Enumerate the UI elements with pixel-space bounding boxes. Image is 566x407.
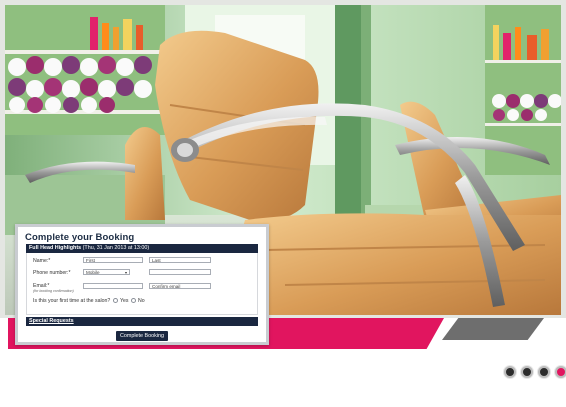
grey-strip bbox=[442, 318, 544, 340]
name-label: Name:* bbox=[33, 258, 51, 264]
first-name-input[interactable]: First bbox=[83, 257, 143, 263]
service-bar: Full Head Highlights (Thu, 31 Jan 2013 a… bbox=[26, 244, 258, 253]
booking-form-card: Complete your Booking Full Head Highligh… bbox=[15, 224, 269, 345]
yes-label: Yes bbox=[120, 298, 129, 304]
first-time-yes-radio[interactable] bbox=[113, 298, 118, 303]
phone-label: Phone number:* bbox=[33, 270, 71, 276]
first-time-question: Is this your first time at the salon? bbox=[33, 298, 111, 304]
phone-type-select[interactable]: Mobile bbox=[83, 269, 130, 275]
carousel-dot-3[interactable] bbox=[538, 366, 550, 378]
email-note: (for booking confirmation) bbox=[33, 289, 74, 293]
special-requests-toggle[interactable]: Special Requests bbox=[26, 317, 258, 326]
last-name-input[interactable]: Last bbox=[149, 257, 211, 263]
confirm-email-input[interactable]: Confirm email bbox=[149, 283, 211, 289]
email-input[interactable] bbox=[83, 283, 143, 289]
chevron-down-icon bbox=[125, 271, 127, 274]
carousel-dot-1[interactable] bbox=[504, 366, 516, 378]
phone-number-input[interactable] bbox=[149, 269, 211, 275]
booking-title: Complete your Booking bbox=[25, 232, 135, 243]
service-date: (Thu, 31 Jan 2013 at 13:00) bbox=[82, 245, 150, 251]
first-time-no-radio[interactable] bbox=[131, 298, 136, 303]
complete-booking-button[interactable]: Complete Booking bbox=[116, 331, 168, 341]
carousel-dot-4[interactable] bbox=[555, 366, 566, 378]
carousel-dot-2[interactable] bbox=[521, 366, 533, 378]
carousel-dots bbox=[504, 366, 566, 378]
booking-form: Name:* First Last Phone number:* Mobile … bbox=[26, 253, 258, 315]
service-label: Full Head Highlights bbox=[29, 245, 82, 251]
no-label: No bbox=[138, 298, 145, 304]
phone-type-value: Mobile bbox=[86, 270, 100, 275]
